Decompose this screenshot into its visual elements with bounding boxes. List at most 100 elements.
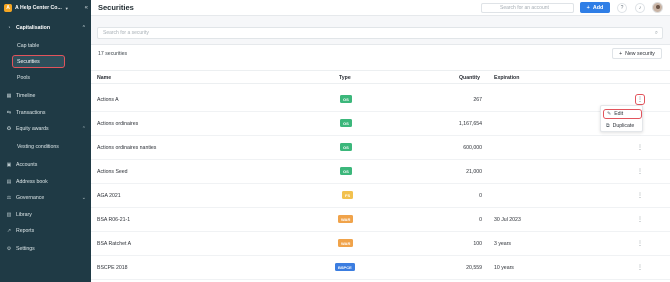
pie-chart-icon: ◔ <box>7 25 11 31</box>
chevron-up-icon: ⌃ <box>81 25 86 31</box>
table-row[interactable]: BSA R06-21-1 WAR 0 30 Jul 2023 ⋮ <box>91 208 670 232</box>
gavel-icon: ⚖ <box>6 195 12 201</box>
avatar[interactable] <box>652 2 663 13</box>
security-name: Actions Seed <box>97 169 128 175</box>
new-security-button[interactable]: + New security <box>612 48 662 59</box>
sidebar-item-pools[interactable]: Pools <box>16 73 82 83</box>
security-name: BSA Ratchet A <box>97 241 132 247</box>
table-header: Name Type Quantity Expiration <box>91 70 670 84</box>
security-name: Actions ordinaires nanties <box>97 145 157 151</box>
add-button[interactable]: + Add <box>580 2 610 13</box>
sidebar-item-label: Vesting conditions <box>17 144 59 150</box>
row-actions-kebab-icon[interactable]: ⋮ <box>635 166 645 177</box>
account-search-input[interactable]: Search for an account <box>481 3 574 13</box>
type-badge: OS <box>340 95 352 103</box>
column-header-name[interactable]: Name <box>97 75 111 81</box>
sidebar-item-accounts[interactable]: ▣ Accounts <box>6 160 86 170</box>
security-expiration: 3 years <box>494 241 512 247</box>
security-quantity: 0 <box>479 193 482 199</box>
sidebar-item-label: Governance <box>16 195 45 201</box>
caret-down-icon: ▼ <box>64 5 69 11</box>
sidebar-item-label: Securities <box>17 58 40 65</box>
sidebar-item-timeline[interactable]: ▦ Timeline <box>6 91 86 101</box>
security-expiration: 30 Jul 2023 <box>494 217 521 223</box>
table-row[interactable]: BSA Ratchet A WAR 100 3 years ⋮ <box>91 232 670 256</box>
row-actions-kebab-icon[interactable]: ⋮ <box>635 142 645 153</box>
security-quantity: 20,559 <box>466 265 482 271</box>
collapse-sidebar-icon[interactable]: « <box>85 5 88 11</box>
security-quantity: 600,000 <box>463 145 482 151</box>
sidebar-item-label: Settings <box>16 246 35 252</box>
security-quantity: 0 <box>479 217 482 223</box>
security-quantity: 21,000 <box>466 169 482 175</box>
duplicate-menu-item[interactable]: ⧉ Duplicate <box>603 121 642 131</box>
library-icon: ▥ <box>6 212 12 218</box>
page-title: Securities <box>98 3 134 12</box>
sidebar: A A Help Center Co... ▼ « ◔ Capitalisati… <box>0 0 91 282</box>
table-row[interactable]: AGA 2021 FS 0 ⋮ <box>91 184 670 208</box>
org-switcher[interactable]: A A Help Center Co... ▼ « <box>4 3 88 13</box>
sidebar-item-reports[interactable]: ↗ Reports <box>6 226 86 236</box>
top-bar: Securities Search for an account + Add ?… <box>91 0 670 16</box>
column-header-type[interactable]: Type <box>339 75 351 81</box>
chevron-down-icon: ⌄ <box>81 195 86 201</box>
reports-icon: ↗ <box>6 228 12 234</box>
security-quantity: 1,167,654 <box>458 121 482 127</box>
type-badge: FS <box>342 191 354 199</box>
edit-label: Edit <box>614 111 624 117</box>
sidebar-item-governance[interactable]: ⚖ Governance ⌄ <box>6 193 86 203</box>
sidebar-item-label: Transactions <box>16 110 46 116</box>
sidebar-item-capitalisation[interactable]: ◔ Capitalisation ⌃ <box>6 23 86 33</box>
sidebar-item-label: Accounts <box>16 162 38 168</box>
book-icon: ▤ <box>6 179 12 185</box>
column-header-quantity[interactable]: Quantity <box>459 75 480 81</box>
row-actions-kebab-icon[interactable]: ⋮ <box>635 262 645 273</box>
type-badge: OS <box>340 143 352 151</box>
type-badge: WAR <box>338 215 354 223</box>
security-name: BSCPE 2018 <box>97 265 128 271</box>
table-row[interactable]: Actions ordinaires OS 1,167,654 <box>91 112 670 136</box>
sidebar-item-transactions[interactable]: ⇆ Transactions <box>6 108 86 118</box>
sidebar-item-settings[interactable]: ⚙ Settings <box>6 244 86 254</box>
securities-count: 17 securities <box>98 51 128 57</box>
sidebar-item-label: Timeline <box>16 93 36 99</box>
security-name: Actions ordinaires <box>97 121 139 127</box>
type-badge: OS <box>340 119 352 127</box>
help-icon[interactable]: ? <box>617 3 627 13</box>
security-search-placeholder: Search for a security <box>103 30 149 36</box>
sidebar-item-vesting-conditions[interactable]: Vesting conditions <box>16 142 82 152</box>
accounts-icon: ▣ <box>6 162 12 168</box>
search-icon: ⌕ <box>654 30 658 36</box>
row-actions-kebab-icon[interactable]: ⋮ <box>635 214 645 225</box>
sidebar-item-equity-awards[interactable]: ✪ Equity awards ⌃ <box>6 124 86 134</box>
security-search-input[interactable]: Search for a security ⌕ <box>97 27 663 39</box>
type-badge: OS <box>340 167 352 175</box>
row-actions-kebab-icon[interactable]: ⋮ <box>635 238 645 249</box>
table-row[interactable]: Actions A OS 267 ⋮ <box>91 88 670 112</box>
plus-icon: + <box>619 50 623 57</box>
award-icon: ✪ <box>6 126 12 132</box>
sidebar-item-securities[interactable]: Securities <box>12 55 65 68</box>
chevron-up-icon: ⌃ <box>81 126 86 132</box>
type-badge: BSPCE <box>335 263 355 271</box>
row-actions-kebab-icon[interactable]: ⋮ <box>635 190 645 201</box>
sidebar-item-label: Capitalisation <box>16 25 51 31</box>
securities-table-card: 17 securities + New security Name Type Q… <box>91 44 670 282</box>
table-row[interactable]: Actions Seed OS 21,000 ⋮ <box>91 160 670 184</box>
edit-menu-item[interactable]: ✎ Edit <box>603 109 642 119</box>
gear-icon: ⚙ <box>6 246 12 252</box>
row-actions-kebab-icon[interactable]: ⋮ <box>635 94 645 105</box>
security-name: BSA R06-21-1 <box>97 217 131 223</box>
sidebar-item-label: Cap table <box>17 43 40 49</box>
table-row[interactable]: BSCPE 2018 BSPCE 20,559 10 years ⋮ <box>91 256 670 280</box>
sidebar-item-library[interactable]: ▥ Library <box>6 210 86 220</box>
bell-icon[interactable]: ♪ <box>635 3 645 13</box>
new-security-label: New security <box>625 50 655 57</box>
column-header-expiration[interactable]: Expiration <box>494 75 519 81</box>
add-button-label: Add <box>592 4 604 11</box>
sidebar-item-cap-table[interactable]: Cap table <box>16 41 82 51</box>
sidebar-item-label: Reports <box>16 228 35 234</box>
table-row[interactable]: Actions ordinaires nanties OS 600,000 ⋮ <box>91 136 670 160</box>
sidebar-item-address-book[interactable]: ▤ Address book <box>6 177 86 187</box>
pencil-icon: ✎ <box>607 111 612 117</box>
